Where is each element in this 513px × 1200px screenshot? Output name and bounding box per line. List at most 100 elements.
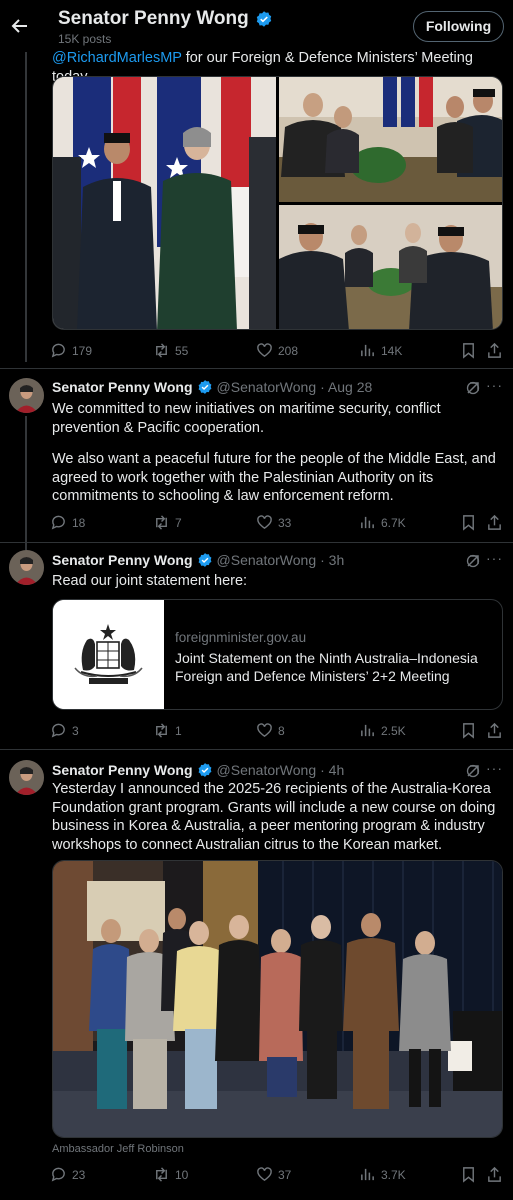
more-icon[interactable]: ··· [486, 550, 503, 566]
like-action[interactable]: 33 [256, 514, 291, 531]
more-icon[interactable]: ··· [486, 377, 503, 393]
repost-action[interactable]: 7 [153, 514, 182, 531]
card-title: Joint Statement on the Ninth Australia–I… [175, 650, 478, 684]
bookmark-icon[interactable] [460, 514, 477, 531]
header-title: Senator Penny Wong [58, 8, 273, 30]
reply-icon [51, 1167, 65, 1182]
views-action[interactable]: 3.7K [359, 1166, 406, 1183]
coat-of-arms-image [53, 600, 164, 709]
repost-icon [156, 723, 167, 738]
tweet-header: Senator Penny Wong @SenatorWong · 3h [52, 552, 344, 568]
views-count: 3.7K [381, 1167, 406, 1182]
group-photo-image [53, 861, 502, 1137]
views-icon [361, 1168, 374, 1181]
share-icon[interactable] [486, 722, 503, 739]
repost-count: 7 [175, 515, 182, 530]
thread-line [25, 416, 27, 553]
bookmark-icon[interactable] [460, 342, 477, 359]
grok-icon[interactable] [465, 763, 481, 779]
share-icon[interactable] [486, 342, 503, 359]
repost-icon [156, 343, 167, 358]
author-name[interactable]: Senator Penny Wong [52, 762, 193, 778]
tweet-photo-grid[interactable] [52, 76, 503, 330]
bookmark-icon[interactable] [460, 1166, 477, 1183]
like-action[interactable]: 208 [256, 342, 298, 359]
author-name[interactable]: Senator Penny Wong [52, 379, 193, 395]
views-icon [361, 344, 374, 357]
like-count: 8 [278, 723, 285, 738]
like-icon [257, 723, 272, 738]
like-action[interactable]: 8 [256, 722, 285, 739]
more-icon[interactable]: ··· [486, 760, 503, 776]
photo-grid-image [53, 77, 502, 329]
views-action[interactable]: 14K [359, 342, 402, 359]
reply-action[interactable]: 23 [50, 1166, 85, 1183]
views-icon [361, 516, 374, 529]
link-card[interactable]: foreignminister.gov.au Joint Statement o… [52, 599, 503, 710]
reply-icon [51, 723, 65, 738]
reply-count: 3 [72, 723, 79, 738]
header-post-count: 15K posts [58, 32, 112, 46]
author-handle[interactable]: @SenatorWong [217, 762, 317, 778]
tweet-photo[interactable] [52, 860, 503, 1138]
like-icon [257, 1167, 272, 1182]
repost-action[interactable]: 1 [153, 722, 182, 739]
views-count: 14K [381, 343, 403, 358]
avatar[interactable] [9, 550, 44, 585]
like-icon [257, 515, 272, 530]
reply-action[interactable]: 179 [50, 342, 92, 359]
mention-link[interactable]: @RichardMarlesMP [52, 50, 182, 66]
tweet-actions: 18 7 33 6.7K [50, 514, 505, 534]
reply-count: 179 [72, 343, 93, 358]
views-count: 2.5K [381, 723, 406, 738]
photo-caption[interactable]: Ambassador Jeff Robinson [52, 1143, 184, 1155]
like-action[interactable]: 37 [256, 1166, 291, 1183]
tweet-divider [0, 542, 513, 543]
reply-icon [51, 515, 65, 530]
views-action[interactable]: 6.7K [359, 514, 406, 531]
tweet-text: Read our joint statement here: [52, 573, 248, 589]
views-action[interactable]: 2.5K [359, 722, 406, 739]
avatar[interactable] [9, 378, 44, 413]
bookmark-icon[interactable] [460, 722, 477, 739]
tweet-text: We also want a peaceful future for the p… [52, 451, 496, 504]
reply-count: 18 [72, 515, 86, 530]
author-handle[interactable]: @SenatorWong [217, 379, 317, 395]
tweet-text: We committed to new initiatives on marit… [52, 401, 441, 436]
repost-count: 55 [175, 343, 189, 358]
tweet-time[interactable]: · 4h [320, 762, 344, 778]
grok-icon[interactable] [465, 553, 481, 569]
verified-badge-icon [198, 763, 211, 777]
tweet-actions: 3 1 8 2.5K [50, 722, 505, 742]
avatar[interactable] [9, 760, 44, 795]
author-handle[interactable]: @SenatorWong [217, 552, 317, 568]
like-icon [257, 343, 272, 358]
repost-count: 10 [175, 1167, 189, 1182]
card-domain: foreignminister.gov.au [175, 630, 307, 645]
author-name[interactable]: Senator Penny Wong [52, 552, 193, 568]
thread-line [25, 52, 27, 362]
verified-badge-icon [198, 380, 211, 394]
tweet-text: Yesterday I announced the 2025-26 recipi… [52, 781, 496, 853]
repost-action[interactable]: 55 [153, 342, 188, 359]
like-count: 208 [278, 343, 299, 358]
repost-icon [156, 515, 167, 530]
reply-action[interactable]: 18 [50, 514, 85, 531]
tweet-divider [0, 749, 513, 750]
tweet-time[interactable]: · 3h [320, 552, 344, 568]
repost-icon [156, 1167, 167, 1182]
repost-action[interactable]: 10 [153, 1166, 188, 1183]
tweet-time[interactable]: · Aug 28 [320, 379, 372, 395]
share-icon[interactable] [486, 1166, 503, 1183]
tweet-divider [0, 368, 513, 369]
profile-header: Senator Penny Wong 15K posts Following [0, 0, 513, 52]
tweet-actions: 23 10 37 3.7K [50, 1166, 505, 1186]
back-arrow-icon[interactable] [8, 12, 32, 40]
share-icon[interactable] [486, 514, 503, 531]
following-button[interactable]: Following [413, 11, 504, 42]
reply-action[interactable]: 3 [50, 722, 79, 739]
header-name: Senator Penny Wong [58, 8, 249, 29]
like-count: 33 [278, 515, 292, 530]
reply-count: 23 [72, 1167, 86, 1182]
grok-icon[interactable] [465, 380, 481, 396]
